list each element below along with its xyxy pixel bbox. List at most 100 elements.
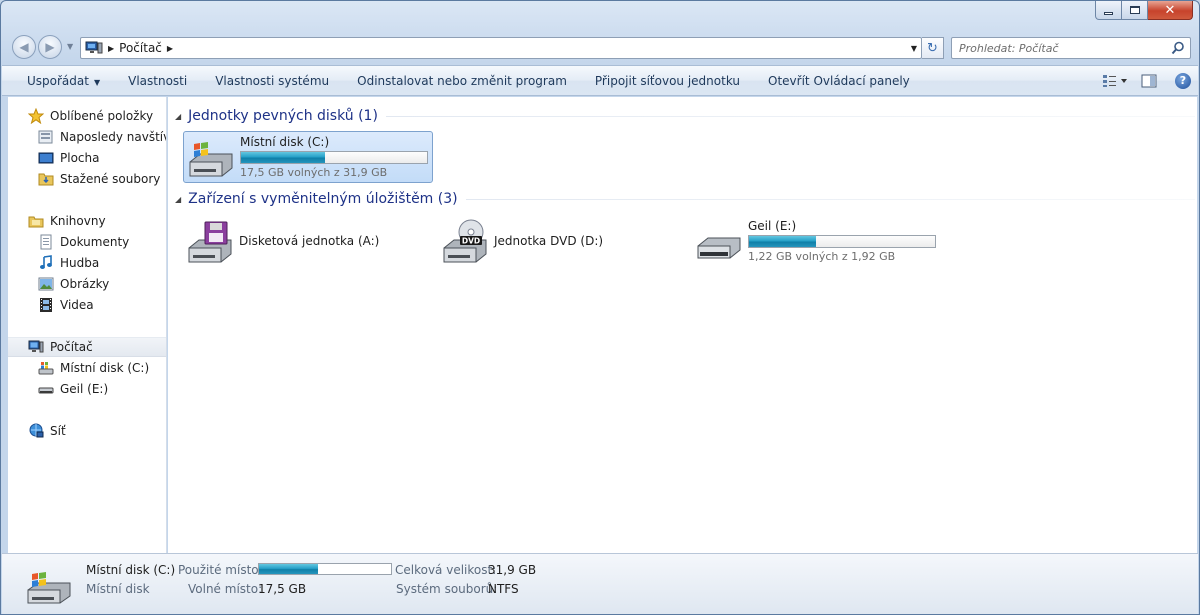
caption-buttons: ✕ bbox=[1095, 1, 1193, 20]
removable-drive-icon bbox=[38, 381, 54, 397]
details-pane: Místní disk (C:) Místní disk Použité mís… bbox=[2, 553, 1198, 614]
back-button[interactable]: ◀ bbox=[12, 35, 36, 59]
free-space-label: Volné místo: bbox=[188, 582, 263, 596]
removable-drive-icon bbox=[694, 218, 744, 264]
group-removable-storage[interactable]: ◢ Zařízení s vyměnitelným úložištěm (3) bbox=[175, 189, 1195, 209]
sidebar-item-geil[interactable]: Geil (E:) bbox=[8, 379, 166, 399]
drive-name: Disketová jednotka (A:) bbox=[239, 234, 380, 248]
drive-usage-bar bbox=[748, 235, 936, 248]
breadcrumb-computer[interactable]: Počítač bbox=[119, 41, 162, 55]
properties-button[interactable]: Vlastnosti bbox=[114, 74, 201, 88]
preview-pane-icon bbox=[1141, 74, 1157, 87]
sidebar-item-pictures[interactable]: Obrázky bbox=[8, 274, 166, 294]
drive-name: Jednotka DVD (D:) bbox=[494, 234, 604, 248]
open-control-panel-button[interactable]: Otevřít Ovládací panely bbox=[754, 74, 924, 88]
sidebar-item-computer[interactable]: Počítač bbox=[8, 337, 166, 357]
system-properties-button[interactable]: Vlastnosti systému bbox=[201, 74, 343, 88]
address-bar[interactable]: ▶ Počítač ▶ ▼ bbox=[80, 37, 922, 59]
explorer-window: ✕ ◀ ▶ ▼ ▶ Počítač ▶ ▼ ↻ Prohledat: Počít… bbox=[0, 0, 1200, 615]
file-system-value: NTFS bbox=[488, 582, 519, 596]
drive-name: Místní disk (C:) bbox=[240, 135, 330, 149]
total-size-value: 31,9 GB bbox=[488, 563, 537, 577]
breadcrumb-separator-icon[interactable]: ▶ bbox=[108, 44, 114, 53]
windows-drive-icon bbox=[24, 566, 74, 606]
drive-tile-c[interactable]: Místní disk (C:) 17,5 GB volných z 31,9 … bbox=[183, 131, 433, 183]
computer-icon bbox=[85, 41, 103, 55]
refresh-icon: ↻ bbox=[927, 40, 938, 56]
dvd-drive-icon: DVD bbox=[440, 218, 490, 264]
address-dropdown-icon[interactable]: ▼ bbox=[911, 44, 917, 53]
drive-tile-a[interactable]: Disketová jednotka (A:) bbox=[183, 215, 423, 267]
documents-icon bbox=[38, 234, 54, 250]
close-icon: ✕ bbox=[1164, 2, 1176, 18]
back-arrow-icon: ◀ bbox=[19, 40, 29, 54]
network-icon bbox=[28, 423, 44, 439]
free-space-value: 17,5 GB bbox=[258, 582, 307, 596]
sidebar-item-local-disk[interactable]: Místní disk (C:) bbox=[8, 358, 166, 378]
navigation-row: ◀ ▶ ▼ ▶ Počítač ▶ ▼ ↻ Prohledat: Počítač bbox=[9, 33, 1193, 61]
desktop-icon bbox=[38, 150, 54, 166]
dvd-badge: DVD bbox=[462, 237, 480, 246]
close-button[interactable]: ✕ bbox=[1148, 1, 1193, 20]
organize-dropdown-icon: ▼ bbox=[93, 77, 101, 87]
sidebar-item-music[interactable]: Hudba bbox=[8, 253, 166, 273]
drive-usage-fill bbox=[241, 152, 325, 163]
sidebar-item-favorites[interactable]: Oblíbené položky bbox=[8, 106, 166, 126]
collapse-triangle-icon[interactable]: ◢ bbox=[175, 112, 181, 121]
help-button[interactable]: ? bbox=[1168, 70, 1198, 92]
preview-pane-button[interactable] bbox=[1134, 70, 1164, 92]
change-view-button[interactable] bbox=[1100, 70, 1130, 92]
drive-usage-fill bbox=[749, 236, 816, 247]
command-bar: Uspořádat ▼ Vlastnosti Vlastnosti systému… bbox=[2, 65, 1198, 96]
drive-tile-e[interactable]: Geil (E:) 1,22 GB volných z 1,92 GB bbox=[692, 215, 942, 267]
sidebar-item-libraries[interactable]: Knihovny bbox=[8, 211, 166, 231]
search-icon[interactable] bbox=[1171, 41, 1185, 55]
search-placeholder: Prohledat: Počítač bbox=[959, 41, 1059, 55]
sidebar-item-documents[interactable]: Dokumenty bbox=[8, 232, 166, 252]
details-type: Místní disk bbox=[86, 582, 150, 596]
forward-arrow-icon: ▶ bbox=[45, 40, 55, 54]
details-title: Místní disk (C:) bbox=[86, 563, 176, 577]
maximize-icon bbox=[1129, 6, 1140, 14]
drive-free-space: 1,22 GB volných z 1,92 GB bbox=[748, 250, 896, 263]
organize-button[interactable]: Uspořádat ▼ bbox=[2, 74, 114, 88]
sidebar-item-desktop[interactable]: Plocha bbox=[8, 148, 166, 168]
view-tiles-icon bbox=[1103, 74, 1127, 87]
used-space-fill bbox=[259, 564, 319, 574]
drive-name: Geil (E:) bbox=[748, 219, 797, 233]
windows-drive-icon bbox=[186, 134, 236, 180]
pictures-icon bbox=[38, 276, 54, 292]
search-input[interactable]: Prohledat: Počítač bbox=[951, 37, 1191, 59]
sidebar-item-recent[interactable]: Naposledy navštívené bbox=[8, 127, 166, 147]
downloads-folder-icon bbox=[38, 171, 54, 187]
breadcrumb-chevron-icon[interactable]: ▶ bbox=[167, 44, 173, 53]
recent-pages-dropdown[interactable]: ▼ bbox=[67, 42, 73, 51]
minimize-icon bbox=[1104, 11, 1113, 15]
used-space-bar bbox=[258, 563, 392, 575]
sidebar-item-downloads[interactable]: Stažené soubory bbox=[8, 169, 166, 189]
drive-free-space: 17,5 GB volných z 31,9 GB bbox=[240, 166, 388, 179]
collapse-triangle-icon[interactable]: ◢ bbox=[175, 195, 181, 204]
video-film-icon bbox=[38, 297, 54, 313]
recent-places-icon bbox=[38, 129, 54, 145]
uninstall-program-button[interactable]: Odinstalovat nebo změnit program bbox=[343, 74, 581, 88]
computer-icon bbox=[28, 339, 44, 355]
sidebar-item-network[interactable]: Síť bbox=[8, 421, 166, 441]
map-network-drive-button[interactable]: Připojit síťovou jednotku bbox=[581, 74, 754, 88]
libraries-icon bbox=[28, 213, 44, 229]
refresh-button[interactable]: ↻ bbox=[922, 37, 944, 59]
help-icon: ? bbox=[1175, 72, 1191, 89]
file-system-label: Systém souborů: bbox=[396, 582, 498, 596]
used-space-label: Použité místo: bbox=[178, 563, 263, 577]
total-size-label: Celková velikost: bbox=[395, 563, 497, 577]
minimize-button[interactable] bbox=[1095, 1, 1122, 20]
star-icon bbox=[27, 107, 45, 125]
drive-tile-d[interactable]: DVD Jednotka DVD (D:) bbox=[438, 215, 678, 267]
maximize-button[interactable] bbox=[1122, 1, 1148, 20]
group-hard-disks[interactable]: ◢ Jednotky pevných disků (1) bbox=[175, 106, 1195, 126]
navigation-pane: Oblíbené položky Naposledy navštívené Pl… bbox=[8, 97, 167, 553]
sidebar-item-videos[interactable]: Videa bbox=[8, 295, 166, 315]
music-note-icon bbox=[38, 255, 54, 271]
floppy-drive-icon bbox=[185, 218, 235, 264]
forward-button[interactable]: ▶ bbox=[38, 35, 62, 59]
